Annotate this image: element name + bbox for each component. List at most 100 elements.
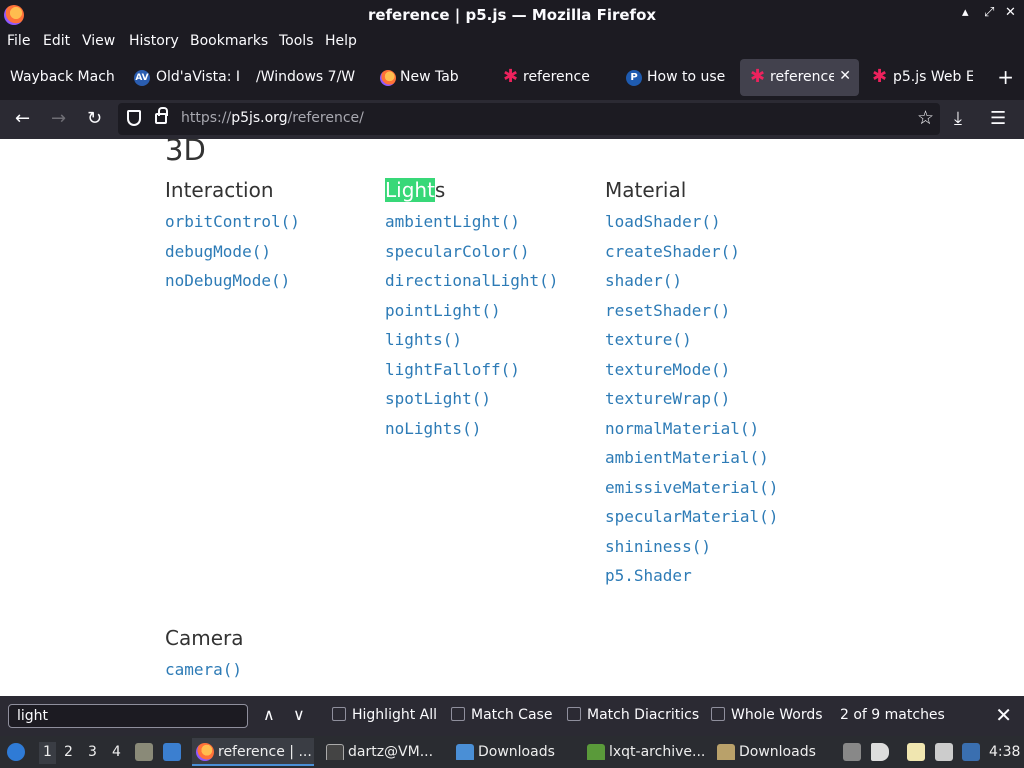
tab-reference-active[interactable]: ✱ reference ✕	[740, 59, 859, 96]
ref-link[interactable]: ambientLight()	[385, 212, 558, 242]
close-find-bar-icon[interactable]: ✕	[995, 703, 1012, 727]
workspace-3[interactable]: 3	[88, 744, 97, 760]
task-downloads-2[interactable]: Downloads	[715, 744, 835, 760]
menu-tools[interactable]: Tools	[279, 33, 314, 49]
find-highlight: Light	[385, 178, 435, 202]
ref-link[interactable]: textureWrap()	[605, 389, 778, 419]
find-previous-icon[interactable]: ∧	[263, 705, 275, 724]
ref-link[interactable]: orbitControl()	[165, 212, 300, 242]
ref-link[interactable]: emissiveMaterial()	[605, 478, 778, 508]
task-label: reference | ...	[218, 744, 312, 760]
find-next-icon[interactable]: ∨	[293, 705, 305, 724]
tab-p5js-web-editor[interactable]: ✱ p5.js Web E	[862, 59, 980, 96]
ref-link[interactable]: createShader()	[605, 242, 778, 272]
close-tab-icon[interactable]: ✕	[839, 68, 851, 84]
tray-app-icon[interactable]	[843, 743, 861, 761]
new-tab-button[interactable]: +	[997, 65, 1014, 89]
network-icon[interactable]	[935, 743, 953, 761]
ref-link[interactable]: ambientMaterial()	[605, 448, 778, 478]
tab-oldavista[interactable]: AV Old'aVista: I	[124, 59, 246, 96]
task-label: Downloads	[478, 744, 555, 760]
match-diacritics-checkbox[interactable]: Match Diacritics	[567, 707, 699, 723]
ref-link[interactable]: noLights()	[385, 419, 558, 449]
column-camera: Camera camera()	[165, 626, 244, 690]
bookmark-star-icon[interactable]: ☆	[917, 107, 934, 129]
tab-label: reference | I	[523, 69, 595, 85]
ref-link[interactable]: lights()	[385, 330, 558, 360]
file-manager-icon[interactable]	[135, 743, 153, 761]
task-downloads-1[interactable]: Downloads	[454, 744, 578, 760]
downloads-icon[interactable]: ⤓	[954, 108, 962, 129]
ref-link[interactable]: specularColor()	[385, 242, 558, 272]
checkbox-label: Match Case	[471, 707, 553, 723]
forward-icon[interactable]: →	[51, 108, 66, 129]
back-icon[interactable]: ←	[15, 108, 30, 129]
ref-link[interactable]: pointLight()	[385, 301, 558, 331]
menu-view[interactable]: View	[82, 33, 115, 49]
maximize-icon[interactable]: ⤢	[984, 5, 994, 20]
clipboard-icon[interactable]	[907, 743, 925, 761]
column-interaction: Interaction orbitControl() debugMode() n…	[165, 178, 300, 301]
whole-words-checkbox[interactable]: Whole Words	[711, 707, 823, 723]
desktop-icon[interactable]	[163, 743, 181, 761]
task-lxqt-archiver[interactable]: lxqt-archive...	[585, 744, 707, 760]
task-label: lxqt-archive...	[609, 744, 706, 760]
reload-icon[interactable]: ↻	[87, 108, 102, 129]
match-count: 2 of 9 matches	[840, 707, 945, 723]
ref-link[interactable]: directionalLight()	[385, 271, 558, 301]
ref-link[interactable]: texture()	[605, 330, 778, 360]
tab-wayback[interactable]: Wayback Mach	[0, 59, 122, 96]
ref-link[interactable]: p5.Shader	[605, 566, 778, 596]
checkbox-box	[451, 707, 465, 721]
ref-link[interactable]: normalMaterial()	[605, 419, 778, 449]
ref-link[interactable]: textureMode()	[605, 360, 778, 390]
window-titlebar: reference | p5.js — Mozilla Firefox ▴ ⤢ …	[0, 0, 1024, 30]
tab-newtab[interactable]: New Tab	[370, 59, 492, 96]
close-window-icon[interactable]: ✕	[1005, 5, 1016, 20]
volume-icon[interactable]	[871, 743, 889, 761]
ref-link[interactable]: noDebugMode()	[165, 271, 300, 301]
match-case-checkbox[interactable]: Match Case	[451, 707, 552, 723]
menu-file[interactable]: File	[7, 33, 30, 49]
url-host: p5js.org	[231, 110, 288, 126]
start-menu-icon[interactable]	[7, 743, 25, 761]
highlight-all-checkbox[interactable]: Highlight All	[332, 707, 437, 723]
workspace-2[interactable]: 2	[64, 744, 73, 760]
workspace-4[interactable]: 4	[112, 744, 121, 760]
minimize-icon[interactable]: ▴	[962, 5, 969, 20]
ref-link[interactable]: lightFalloff()	[385, 360, 558, 390]
ref-link[interactable]: specularMaterial()	[605, 507, 778, 537]
menu-bookmarks[interactable]: Bookmarks	[190, 33, 268, 49]
ref-link[interactable]: spotLight()	[385, 389, 558, 419]
tab-how-to-use[interactable]: P How to use	[616, 59, 738, 96]
column-lights: Lights ambientLight() specularColor() di…	[385, 178, 558, 448]
page-content: 3D Interaction orbitControl() debugMode(…	[0, 139, 1024, 696]
ref-link[interactable]: shininess()	[605, 537, 778, 567]
lock-icon[interactable]	[155, 107, 168, 124]
hamburger-menu-icon[interactable]: ☰	[990, 108, 1006, 129]
ref-link[interactable]: shader()	[605, 271, 778, 301]
menu-edit[interactable]: Edit	[43, 33, 70, 49]
task-label: dartz@VM...	[348, 744, 434, 760]
workspace-1[interactable]: 1	[39, 742, 56, 764]
window-title: reference | p5.js — Mozilla Firefox	[367, 6, 657, 24]
tab-reference-1[interactable]: ✱ reference | I	[493, 59, 615, 96]
updates-icon[interactable]	[962, 743, 980, 761]
ref-link[interactable]: camera()	[165, 660, 244, 690]
tab-label: How to use	[647, 69, 726, 85]
p5-asterisk-icon: ✱	[503, 66, 519, 87]
url-text[interactable]: https://p5js.org/reference/	[181, 110, 364, 126]
tracking-shield-icon[interactable]	[127, 110, 141, 126]
ref-link[interactable]: loadShader()	[605, 212, 778, 242]
url-bar[interactable]: https://p5js.org/reference/ ☆	[118, 103, 940, 135]
firefox-icon	[380, 70, 396, 86]
menu-history[interactable]: History	[129, 33, 179, 49]
ref-link[interactable]: debugMode()	[165, 242, 300, 272]
find-input[interactable]	[8, 704, 248, 728]
menu-help[interactable]: Help	[325, 33, 357, 49]
task-firefox[interactable]: reference | ...	[192, 738, 314, 766]
ref-link[interactable]: resetShader()	[605, 301, 778, 331]
tab-windows7[interactable]: /Windows 7/Wi	[248, 59, 360, 96]
task-terminal[interactable]: dartz@VM...	[324, 744, 444, 760]
p-logo-icon: P	[626, 70, 642, 86]
